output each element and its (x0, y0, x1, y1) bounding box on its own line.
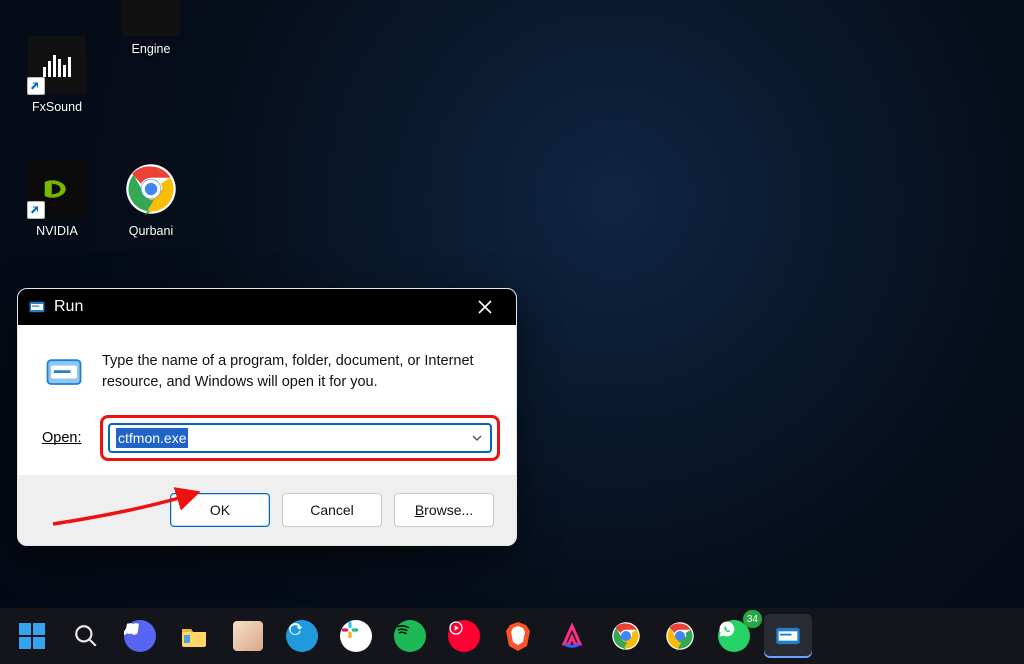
anime-avatar-icon (233, 621, 263, 651)
ok-button[interactable]: OK (170, 493, 270, 527)
taskbar-app-anime[interactable] (224, 614, 272, 658)
desktop-icon-label: Engine (132, 42, 171, 56)
cancel-button[interactable]: Cancel (282, 493, 382, 527)
spotify-icon (394, 620, 426, 652)
slack-icon (340, 620, 372, 652)
taskbar: 34 (0, 608, 1024, 664)
run-icon (28, 298, 46, 316)
whatsapp-badge: 34 (743, 610, 762, 628)
start-button[interactable] (8, 614, 56, 658)
chrome-icon (611, 621, 641, 651)
fxsound-icon (28, 36, 86, 94)
taskbar-app-chrome-canary[interactable] (656, 614, 704, 658)
youtube-music-icon (448, 620, 480, 652)
folder-icon (179, 621, 209, 651)
desktop-icon-label: NVIDIA (36, 224, 78, 238)
chrome-icon (122, 160, 180, 218)
titlebar[interactable]: Run (18, 289, 516, 325)
search-icon (73, 623, 99, 649)
desktop-icon-fxsound[interactable]: FxSound (14, 36, 100, 114)
open-value: ctfmon.exe (116, 428, 188, 448)
open-combobox[interactable]: ctfmon.exe (108, 423, 492, 453)
desktop-icon-label: FxSound (32, 100, 82, 114)
dialog-buttons: OK Cancel Browse... (18, 475, 516, 545)
taskbar-app-run[interactable] (764, 614, 812, 658)
desktop-icon-engine[interactable]: Engine (108, 0, 194, 56)
chrome-canary-icon (665, 621, 695, 651)
run-icon (774, 622, 802, 650)
close-icon (478, 300, 492, 314)
taskbar-app-arc[interactable] (548, 614, 596, 658)
browse-button[interactable]: Browse... (394, 493, 494, 527)
desktop-icon-label: Qurbani (129, 224, 173, 238)
shortcut-arrow-icon (27, 77, 45, 95)
app-icon (122, 0, 180, 36)
open-label: Open: (42, 430, 90, 446)
desktop-icon-qurbani[interactable]: Qurbani (108, 160, 194, 238)
taskbar-app-chrome[interactable] (602, 614, 650, 658)
chevron-down-icon[interactable] (470, 431, 484, 445)
taskbar-app-slack[interactable] (332, 614, 380, 658)
close-button[interactable] (464, 293, 506, 321)
brave-icon (504, 620, 532, 652)
nvidia-icon (28, 160, 86, 218)
dialog-body: Type the name of a program, folder, docu… (18, 325, 516, 475)
search-button[interactable] (62, 614, 110, 658)
titlebar-title: Run (54, 298, 83, 316)
sync-icon (286, 620, 318, 652)
arc-icon (557, 621, 587, 651)
taskbar-app-file-explorer[interactable] (170, 614, 218, 658)
shortcut-arrow-icon (27, 201, 45, 219)
desktop-icon-nvidia[interactable]: NVIDIA (14, 160, 100, 238)
windows-logo-icon (17, 621, 47, 651)
taskbar-app-discord[interactable] (116, 614, 164, 658)
taskbar-app-sync[interactable] (278, 614, 326, 658)
taskbar-app-youtube-music[interactable] (440, 614, 488, 658)
taskbar-app-brave[interactable] (494, 614, 542, 658)
run-dialog: Run Type the name of a program, folder, … (17, 288, 517, 546)
taskbar-app-whatsapp[interactable]: 34 (710, 614, 758, 658)
run-large-icon (42, 351, 86, 395)
dialog-description: Type the name of a program, folder, docu… (102, 351, 492, 393)
discord-icon (124, 620, 156, 652)
taskbar-app-spotify[interactable] (386, 614, 434, 658)
